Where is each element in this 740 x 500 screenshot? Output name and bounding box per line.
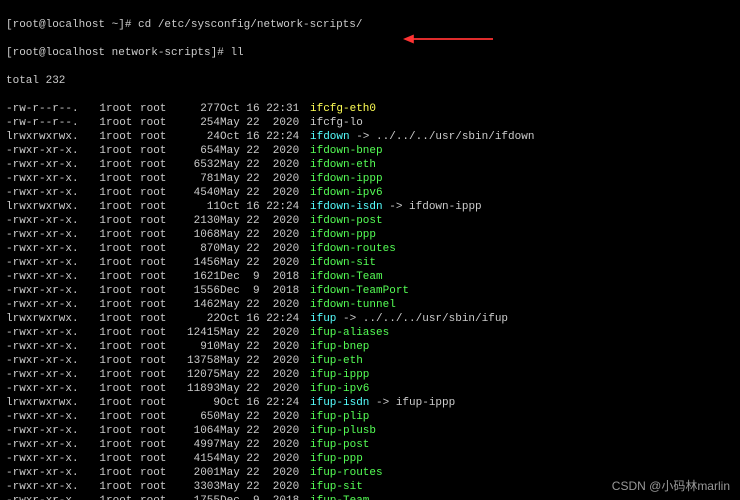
list-item: -rwxr-xr-x.1 root root1068 May 22 2020 i… <box>6 228 734 242</box>
list-item: -rwxr-xr-x.1 root root4154 May 22 2020 i… <box>6 452 734 466</box>
list-item: -rwxr-xr-x.1 root root1621 Dec 9 2018 if… <box>6 270 734 284</box>
list-item: lrwxrwxrwx.1 root root9 Oct 16 22:24 ifu… <box>6 396 734 410</box>
list-item: -rwxr-xr-x.1 root root910 May 22 2020 if… <box>6 340 734 354</box>
prompt-line-2: [root@localhost network-scripts]# ll <box>6 46 734 60</box>
list-item: -rwxr-xr-x.1 root root1064 May 22 2020 i… <box>6 424 734 438</box>
annotation-arrow-icon <box>390 18 480 32</box>
watermark: CSDN @小码林marlin <box>612 477 730 494</box>
file-name: ifup-ppp <box>310 452 363 466</box>
list-item: -rw-r--r--.1 root root254 May 22 2020 if… <box>6 116 734 130</box>
file-name: ifdown-sit <box>310 256 376 270</box>
list-item: -rwxr-xr-x.1 root root781 May 22 2020 if… <box>6 172 734 186</box>
list-item: -rwxr-xr-x.1 root root1462 May 22 2020 i… <box>6 298 734 312</box>
list-item: -rwxr-xr-x.1 root root4540 May 22 2020 i… <box>6 186 734 200</box>
terminal[interactable]: [root@localhost ~]# cd /etc/sysconfig/ne… <box>0 0 740 500</box>
file-name: ifdown-eth <box>310 158 376 172</box>
file-name: ifup <box>310 312 336 326</box>
list-item: -rwxr-xr-x.1 root root6532 May 22 2020 i… <box>6 158 734 172</box>
file-name: ifdown-post <box>310 214 383 228</box>
file-name: ifup-plip <box>310 410 369 424</box>
file-name: ifcfg-eth0 <box>310 102 376 116</box>
list-item: lrwxrwxrwx.1 root root11 Oct 16 22:24 if… <box>6 200 734 214</box>
file-name: ifdown-bnep <box>310 144 383 158</box>
file-name: ifup-ippp <box>310 368 369 382</box>
list-item: -rwxr-xr-x.1 root root870 May 22 2020 if… <box>6 242 734 256</box>
list-item: -rwxr-xr-x.1 root root12415 May 22 2020 … <box>6 326 734 340</box>
file-name: ifup-eth <box>310 354 363 368</box>
list-item: -rwxr-xr-x.1 root root4997 May 22 2020 i… <box>6 438 734 452</box>
list-item: -rw-r--r--.1 root root277 Oct 16 22:31 i… <box>6 102 734 116</box>
file-name: ifup-sit <box>310 480 363 494</box>
file-listing: -rw-r--r--.1 root root277 Oct 16 22:31 i… <box>6 102 734 500</box>
file-name: ifup-bnep <box>310 340 369 354</box>
file-name: ifdown-tunnel <box>310 298 396 312</box>
file-name: ifdown-TeamPort <box>310 284 409 298</box>
file-name: ifup-plusb <box>310 424 376 438</box>
file-name: ifup-ipv6 <box>310 382 369 396</box>
file-name: ifcfg-lo <box>310 116 363 130</box>
list-item: -rwxr-xr-x.1 root root1456 May 22 2020 i… <box>6 256 734 270</box>
list-item: -rwxr-xr-x.1 root root2130 May 22 2020 i… <box>6 214 734 228</box>
file-name: ifup-aliases <box>310 326 389 340</box>
list-item: -rwxr-xr-x.1 root root650 May 22 2020 if… <box>6 410 734 424</box>
file-name: ifdown-isdn <box>310 200 383 214</box>
file-name: ifup-isdn <box>310 396 369 410</box>
file-name: ifup-post <box>310 438 369 452</box>
list-item: -rwxr-xr-x.1 root root654 May 22 2020 if… <box>6 144 734 158</box>
prompt-line-1: [root@localhost ~]# cd /etc/sysconfig/ne… <box>6 18 734 32</box>
file-name: ifdown-Team <box>310 270 383 284</box>
file-name: ifdown-routes <box>310 242 396 256</box>
file-name: ifup-routes <box>310 466 383 480</box>
file-name: ifup-Team <box>310 494 369 500</box>
list-item: -rwxr-xr-x.1 root root1556 Dec 9 2018 if… <box>6 284 734 298</box>
list-item: lrwxrwxrwx.1 root root22 Oct 16 22:24 if… <box>6 312 734 326</box>
file-name: ifdown-ppp <box>310 228 376 242</box>
list-item: lrwxrwxrwx.1 root root24 Oct 16 22:24 if… <box>6 130 734 144</box>
list-item: -rwxr-xr-x.1 root root13758 May 22 2020 … <box>6 354 734 368</box>
file-name: ifdown-ipv6 <box>310 186 383 200</box>
list-item: -rwxr-xr-x.1 root root1755 Dec 9 2018 if… <box>6 494 734 500</box>
list-item: -rwxr-xr-x.1 root root11893 May 22 2020 … <box>6 382 734 396</box>
file-name: ifdown-ippp <box>310 172 383 186</box>
list-item: -rwxr-xr-x.1 root root12075 May 22 2020 … <box>6 368 734 382</box>
file-name: ifdown <box>310 130 350 144</box>
total-line: total 232 <box>6 74 734 88</box>
